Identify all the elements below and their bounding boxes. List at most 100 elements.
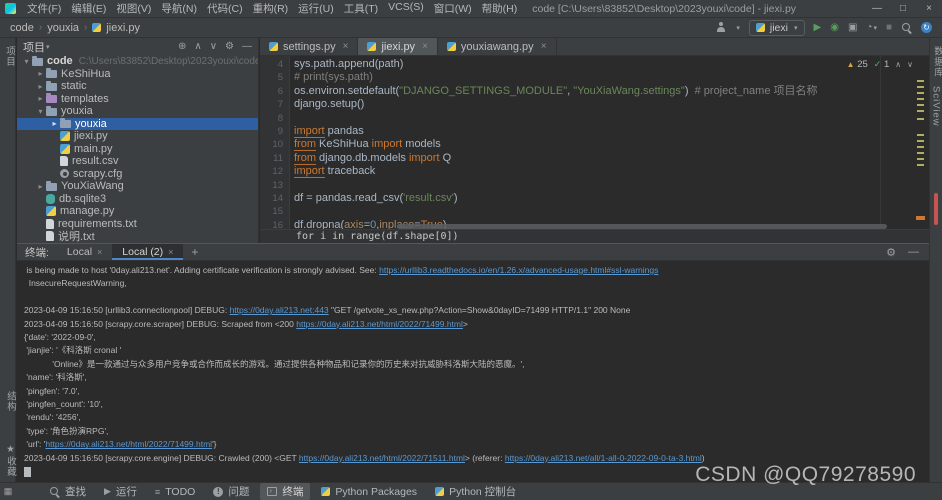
console-link[interactable]: https://0day.ali213.net/all/1-all-0-2022… — [505, 453, 702, 463]
console-link[interactable]: https://0day.ali213.net/html/2022/71499.… — [45, 439, 212, 449]
menu-item[interactable]: 导航(N) — [156, 1, 202, 16]
menu-item[interactable]: VCS(S) — [383, 1, 429, 16]
stop-button[interactable]: ■ — [886, 22, 892, 33]
debug-button[interactable]: ◉ — [830, 22, 839, 33]
close-icon[interactable]: × — [97, 247, 102, 257]
close-icon[interactable]: × — [343, 41, 349, 52]
tree-item[interactable]: ▾ code C:\Users\83852\Desktop\2023youxi\co… — [17, 55, 258, 68]
collapse-all-icon[interactable]: ∨ — [210, 41, 217, 52]
console-link[interactable]: https://urllib3.readthedocs.io/en/1.26.x… — [379, 265, 658, 275]
line-number: 13 — [272, 179, 283, 191]
tree-item[interactable]: jiexi.py — [17, 130, 258, 143]
tool-stripe-structure[interactable]: 结构 — [3, 391, 17, 412]
breadcrumb-item[interactable]: code — [10, 22, 34, 34]
console-text: > (referer: — [464, 452, 505, 463]
run-button[interactable]: ▶ — [814, 22, 822, 33]
tool-window-button-查找[interactable]: 查找 — [42, 483, 93, 500]
menu-item[interactable]: 帮助(H) — [477, 1, 523, 16]
tree-item[interactable]: result.csv — [17, 155, 258, 168]
right-tool-stripe: 数据库 SciView — [929, 38, 942, 482]
inspections-widget[interactable]: ▲ 25 ✓ 1 ∧ ∨ — [847, 59, 913, 70]
tree-item[interactable]: scrapy.cfg — [17, 168, 258, 181]
scrollbar-mark — [917, 98, 924, 100]
tree-item-label: static — [61, 80, 87, 93]
tree-item[interactable]: manage.py — [17, 205, 258, 218]
update-icon[interactable]: ↻ — [921, 22, 932, 33]
terminal-tab[interactable]: Local × — [57, 244, 112, 260]
python-icon — [321, 487, 331, 496]
prev-issue-icon[interactable]: ∧ — [895, 60, 901, 69]
code-token: df = pandas.read_csv( — [294, 192, 404, 205]
close-icon[interactable]: × — [541, 41, 547, 52]
breadcrumb-item[interactable]: youxia — [47, 22, 79, 34]
gear-icon[interactable]: ⚙ — [225, 41, 234, 52]
tree-item[interactable]: ▸ youxia — [17, 117, 258, 130]
menu-item[interactable]: 工具(T) — [339, 1, 383, 16]
console-link[interactable]: https://0day.ali213.net:443 — [230, 305, 329, 315]
locate-icon[interactable]: ⊕ — [178, 41, 186, 52]
file-icon — [46, 231, 54, 242]
tree-item[interactable]: requirements.txt — [17, 218, 258, 231]
editor-tab[interactable]: jiexi.py × — [358, 38, 438, 55]
tool-stripe-favorites[interactable]: ★收藏 — [3, 444, 17, 477]
run-config-selector[interactable]: jiexi ▾ — [748, 19, 805, 36]
hide-panel-icon[interactable]: — — [242, 41, 252, 52]
tree-item[interactable]: db.sqlite3 — [17, 193, 258, 206]
close-button[interactable]: × — [916, 3, 942, 14]
tree-item[interactable]: ▾ youxia — [17, 105, 258, 118]
editor-gutter: 4 5 6 7 8 9 10 11 12 13 14 15 16 — [260, 56, 290, 231]
tree-item[interactable]: ▸ KeShiHua — [17, 68, 258, 81]
tool-windows-icon[interactable]: ▦ — [0, 486, 16, 497]
hide-panel-icon[interactable]: — — [908, 246, 919, 258]
close-icon[interactable]: × — [168, 247, 173, 257]
tool-window-button-todo[interactable]: ≡ TODO — [148, 485, 202, 499]
tree-item[interactable]: ▸ YouXiaWang — [17, 180, 258, 193]
menu-item[interactable]: 重构(R) — [248, 1, 294, 16]
user-icon[interactable] — [715, 22, 726, 33]
terminal-tab[interactable]: Local (2) × — [112, 244, 184, 260]
menu-item[interactable]: 窗口(W) — [429, 1, 477, 16]
line-number: 10 — [272, 139, 283, 151]
menu-item[interactable]: 运行(U) — [293, 1, 339, 16]
menu-item[interactable]: 文件(F) — [22, 1, 66, 16]
new-terminal-tab-button[interactable]: + — [183, 244, 206, 260]
tool-window-button-python-packages[interactable]: Python Packages — [314, 485, 424, 499]
gear-icon[interactable]: ⚙ — [886, 246, 896, 259]
tool-window-button-问题[interactable]: 问题 — [206, 483, 256, 500]
terminal-output[interactable]: is being made to host '0day.ali213.net'.… — [17, 261, 929, 482]
console-text: 'type': '角色扮演RPG', — [24, 425, 109, 436]
expand-all-icon[interactable]: ∧ — [194, 41, 201, 52]
console-link[interactable]: https://0day.ali213.net/html/2022/71511.… — [299, 453, 465, 463]
tool-window-button-终端[interactable]: 终端 — [260, 483, 311, 500]
tree-item[interactable]: main.py — [17, 143, 258, 156]
menu-item[interactable]: 代码(C) — [202, 1, 248, 16]
search-everywhere-icon[interactable] — [901, 22, 912, 33]
tool-window-button-运行[interactable]: ▶ 运行 — [97, 483, 144, 500]
line-number: 11 — [273, 152, 283, 164]
project-panel-title[interactable]: 项目 — [23, 39, 45, 55]
code-token: ) — [453, 192, 458, 205]
breadcrumb-item[interactable]: jiexi.py — [106, 22, 140, 34]
minimize-button[interactable]: — — [864, 3, 890, 14]
menu-item[interactable]: 编辑(E) — [66, 1, 111, 16]
tool-stripe-database[interactable]: 数据库 — [930, 46, 942, 78]
close-icon[interactable]: × — [422, 41, 428, 52]
menu-item[interactable]: 视图(V) — [111, 1, 156, 16]
editor-tab[interactable]: settings.py × — [260, 38, 359, 55]
code-area[interactable]: sys.path.append(path) # print(sys.path) os… — [294, 56, 929, 229]
tree-item[interactable]: ▸ static — [17, 80, 258, 93]
editor-tab[interactable]: youxiawang.py × — [438, 38, 557, 55]
maximize-button[interactable]: □ — [890, 3, 916, 14]
coverage-button[interactable]: ▣ — [848, 22, 857, 33]
tree-item[interactable]: 说明.txt — [17, 230, 258, 243]
tree-item[interactable]: ▸ templates — [17, 93, 258, 106]
profiler-button[interactable]: ◔▾ — [866, 22, 877, 33]
terminal-cursor[interactable] — [24, 466, 31, 477]
tool-stripe-project[interactable]: 项目 — [2, 46, 16, 67]
tool-stripe-sciview[interactable]: SciView — [931, 86, 942, 127]
next-issue-icon[interactable]: ∨ — [907, 60, 913, 69]
scrollbar-mark — [917, 86, 924, 88]
tool-window-button-python-控制台[interactable]: Python 控制台 — [428, 483, 523, 500]
console-link[interactable]: https://0day.ali213.net/html/2022/71499.… — [296, 319, 463, 329]
console-text: > — [462, 318, 468, 329]
